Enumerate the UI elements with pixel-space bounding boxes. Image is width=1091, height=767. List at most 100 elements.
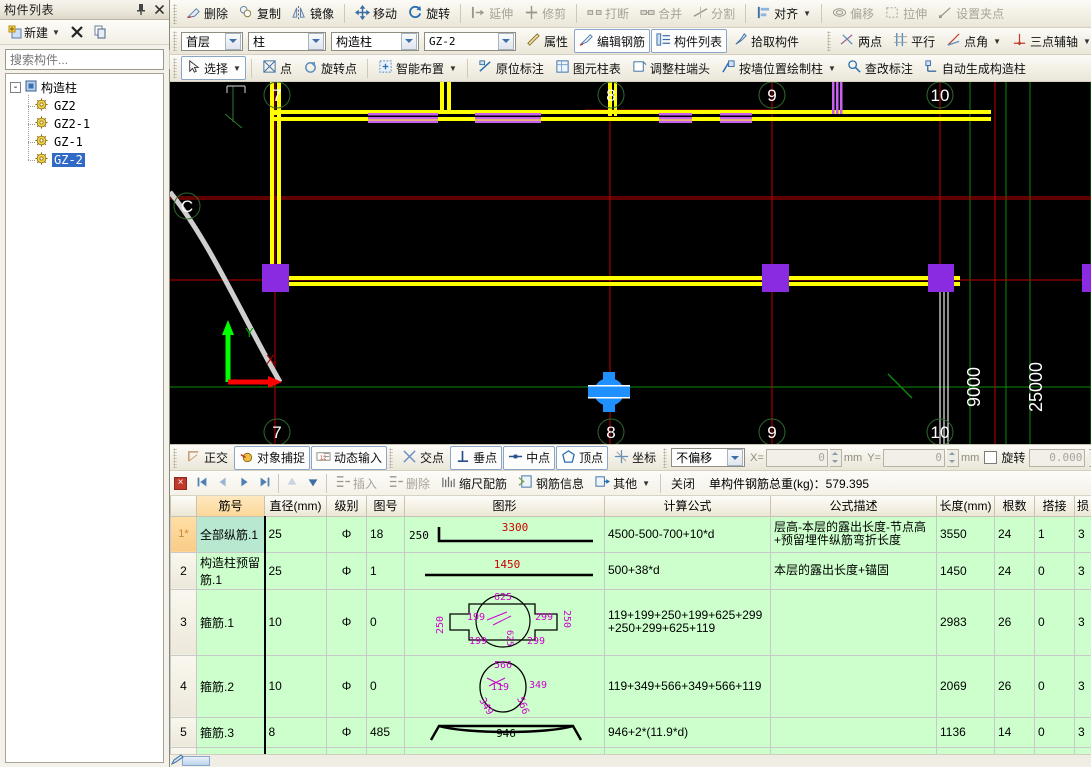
member-type-select[interactable]: 构造柱 xyxy=(331,32,419,51)
toolbar-grip[interactable] xyxy=(173,58,177,78)
rebar-toolbar-other[interactable]: 其他▼ xyxy=(590,471,655,495)
nav-next-button[interactable] xyxy=(234,474,254,493)
floor-select[interactable]: 首层 xyxy=(181,32,243,51)
cell-grade[interactable]: Φ xyxy=(327,516,367,552)
cell-formula-description[interactable] xyxy=(771,589,937,655)
cell-formula[interactable]: 4500-500-700+10*d xyxy=(605,516,771,552)
toolbar-button-align[interactable]: 对齐▼ xyxy=(751,2,816,26)
cell-shape-number[interactable]: 0 xyxy=(367,589,405,655)
snap-button-object-snap[interactable]: 对象捕捉 xyxy=(234,446,310,470)
chevron-down-icon[interactable]: ▼ xyxy=(993,37,1001,46)
horizontal-scrollbar[interactable] xyxy=(170,754,1091,766)
cell-length[interactable]: 1450 xyxy=(937,552,995,589)
cell-length[interactable]: 3550 xyxy=(937,516,995,552)
toolbar-button-element-column-table[interactable]: 图元柱表 xyxy=(550,56,626,80)
rotate-input[interactable]: 0.000 xyxy=(1029,449,1085,467)
column-header-9[interactable]: 根数 xyxy=(995,496,1035,516)
cell-diameter[interactable]: 25 xyxy=(265,552,327,589)
search-input[interactable] xyxy=(6,50,169,69)
tree-item-gz2-1[interactable]: GZ2-1 xyxy=(25,115,161,133)
toolbar-button-point[interactable]: 点 xyxy=(257,56,297,80)
cell-shape-figure[interactable]: 946 xyxy=(405,717,605,747)
cell-grade[interactable]: Φ xyxy=(327,717,367,747)
search-box[interactable] xyxy=(5,49,164,70)
table-row[interactable]: 3箍筋.110Φ0625250250299299199199625119+199… xyxy=(171,589,1091,655)
tree-item-gz-1[interactable]: GZ-1 xyxy=(25,133,161,151)
toolbar-grip[interactable] xyxy=(173,4,177,24)
snap-button-perpendicular-snap[interactable]: 垂点 xyxy=(450,446,502,470)
tree-expander-icon[interactable]: - xyxy=(10,82,21,93)
cell-diameter[interactable]: 10 xyxy=(265,655,327,717)
pin-icon[interactable] xyxy=(134,2,147,16)
x-offset-stepper[interactable] xyxy=(830,449,842,467)
toolbar-button-point-angle[interactable]: 点角▼ xyxy=(941,29,1006,53)
cell-loss[interactable]: 3 xyxy=(1075,516,1091,552)
cell-row-number[interactable]: 4 xyxy=(171,655,197,717)
column-header-2[interactable]: 直径(mm) xyxy=(265,496,327,516)
nav-prev-button[interactable] xyxy=(213,474,233,493)
cell-rebar-name[interactable]: 箍筋.1 xyxy=(197,589,265,655)
copy-component-button[interactable] xyxy=(90,23,112,41)
chevron-down-icon[interactable] xyxy=(308,33,324,50)
cell-diameter[interactable]: 8 xyxy=(265,717,327,747)
column-header-6[interactable]: 计算公式 xyxy=(605,496,771,516)
chevron-down-icon[interactable]: ▼ xyxy=(828,64,836,73)
cell-formula[interactable]: 119+349+566+349+566+119 xyxy=(605,655,771,717)
chevron-down-icon[interactable]: ▼ xyxy=(233,64,241,73)
rebar-toolbar-scale-rebar[interactable]: 缩尺配筋 xyxy=(436,471,512,495)
toolbar-button-eraser[interactable]: 删除 xyxy=(181,2,233,26)
chevron-down-icon[interactable]: ▼ xyxy=(1083,37,1091,46)
toolbar-grip[interactable] xyxy=(827,31,831,51)
tree-root[interactable]: - 构造柱 xyxy=(8,78,161,97)
cell-row-number[interactable]: 3 xyxy=(171,589,197,655)
cell-count[interactable]: 26 xyxy=(995,655,1035,717)
chevron-down-icon[interactable] xyxy=(401,33,417,50)
snap-button-dynamic-input[interactable]: 12动态输入 xyxy=(311,446,387,470)
column-header-8[interactable]: 长度(mm) xyxy=(937,496,995,516)
cell-loss[interactable]: 3 xyxy=(1075,717,1091,747)
toolbar-button-move[interactable]: 移动 xyxy=(350,2,402,26)
chevron-down-icon[interactable]: ▼ xyxy=(52,28,60,37)
cell-rebar-name[interactable]: 箍筋.3 xyxy=(197,717,265,747)
toolbar-button-parallel[interactable]: 平行 xyxy=(888,29,940,53)
cell-shape-number[interactable]: 18 xyxy=(367,516,405,552)
snap-button-coordinate-snap[interactable]: 坐标 xyxy=(609,446,661,470)
cell-loss[interactable]: 3 xyxy=(1075,552,1091,589)
y-offset-input[interactable]: 0 xyxy=(883,449,945,467)
cell-rebar-name[interactable]: 箍筋.2 xyxy=(197,655,265,717)
chevron-down-icon[interactable]: ▼ xyxy=(803,9,811,18)
table-row[interactable]: 2构造柱预留筋.125Φ11450500+38*d本层的露出长度+锚固14502… xyxy=(171,552,1091,589)
toolbar-button-pick-member[interactable]: 拾取构件 xyxy=(728,29,804,53)
cell-row-number[interactable]: 2 xyxy=(171,552,197,589)
rebar-toolbar-close-panel[interactable]: 关闭 xyxy=(666,472,700,495)
cell-lap[interactable]: 0 xyxy=(1035,717,1075,747)
cell-formula[interactable]: 500+38*d xyxy=(605,552,771,589)
cell-lap[interactable]: 0 xyxy=(1035,589,1075,655)
cell-formula[interactable]: 119+199+250+199+625+299+250+299+625+119 xyxy=(605,589,771,655)
toolbar-button-cursor[interactable]: 选择▼ xyxy=(181,56,246,80)
nav-last-button[interactable] xyxy=(255,474,275,493)
snap-button-vertex-snap[interactable]: 顶点 xyxy=(556,446,608,470)
cell-count[interactable]: 24 xyxy=(995,552,1035,589)
toolbar-button-smart-layout[interactable]: 智能布置▼ xyxy=(373,56,462,80)
chevron-down-icon[interactable] xyxy=(225,33,241,50)
cell-shape-figure[interactable]: 1450 xyxy=(405,552,605,589)
cell-formula[interactable]: 946+2*(11.9*d) xyxy=(605,717,771,747)
cell-diameter[interactable]: 10 xyxy=(265,589,327,655)
cell-length[interactable]: 1136 xyxy=(937,717,995,747)
toolbar-button-auto-generate-column[interactable]: 自动生成构造柱 xyxy=(919,56,1031,80)
component-tree[interactable]: - 构造柱 GZ2GZ2-1GZ-1GZ-2 xyxy=(5,73,164,763)
toolbar-grip[interactable] xyxy=(663,448,667,468)
cell-grade[interactable]: Φ xyxy=(327,552,367,589)
cell-formula-description[interactable]: 层高-本层的露出长度-节点高+预留埋件纵筋弯折长度 xyxy=(771,516,937,552)
cell-diameter[interactable]: 25 xyxy=(265,516,327,552)
cell-lap[interactable]: 0 xyxy=(1035,655,1075,717)
x-offset-input[interactable]: 0 xyxy=(766,449,828,467)
cell-length[interactable]: 2983 xyxy=(937,589,995,655)
rebar-table-container[interactable]: 筋号直径(mm)级别图号图形计算公式公式描述长度(mm)根数搭接损 1*全部纵筋… xyxy=(170,496,1091,766)
edit-pencil-icon[interactable] xyxy=(171,754,187,766)
cell-loss[interactable]: 3 xyxy=(1075,589,1091,655)
tree-item-gz-2[interactable]: GZ-2 xyxy=(25,151,161,169)
y-offset-stepper[interactable] xyxy=(947,449,959,467)
toolbar-button-three-point-axis[interactable]: 三点辅轴▼ xyxy=(1007,29,1091,53)
